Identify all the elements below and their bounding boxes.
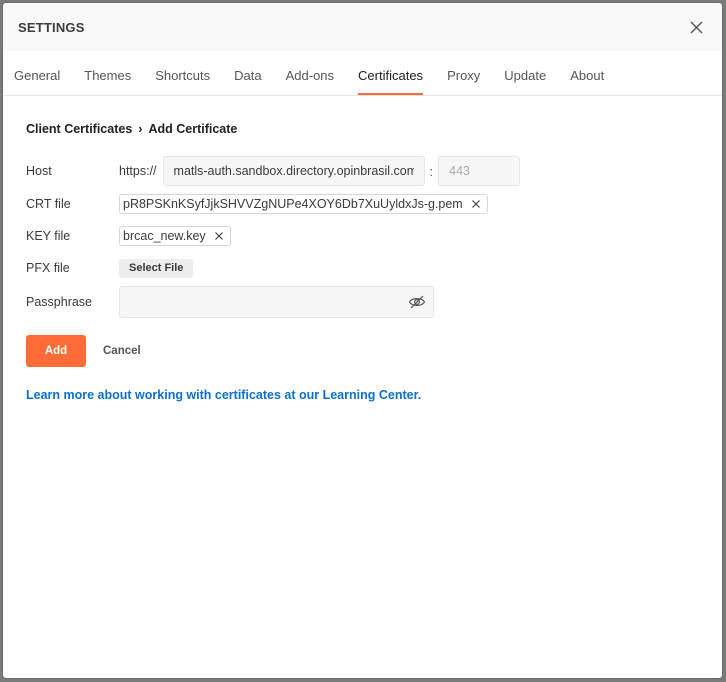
passphrase-row: Passphrase [26, 285, 699, 319]
passphrase-input[interactable] [120, 286, 408, 318]
tab-general[interactable]: General [14, 68, 60, 95]
remove-key-icon[interactable] [214, 231, 224, 241]
passphrase-field [119, 286, 434, 318]
tab-about[interactable]: About [570, 68, 604, 95]
crt-file-chip: pR8PSKnKSyfJjkSHVVZgNUPe4XOY6Db7XuUyldxJ… [119, 194, 488, 214]
crt-file-name: pR8PSKnKSyfJjkSHVVZgNUPe4XOY6Db7XuUyldxJ… [123, 197, 463, 211]
host-input[interactable] [162, 156, 425, 186]
key-file-chip: brcac_new.key [119, 226, 231, 246]
breadcrumb-parent[interactable]: Client Certificates [26, 122, 132, 136]
cancel-button[interactable]: Cancel [97, 344, 147, 358]
crt-file-row: CRT file pR8PSKnKSyfJjkSHVVZgNUPe4XOY6Db… [26, 188, 699, 220]
pfx-file-label: PFX file [26, 261, 70, 275]
key-file-label: KEY file [26, 229, 71, 243]
tab-themes[interactable]: Themes [84, 68, 131, 95]
settings-modal: SETTINGS General Themes Shortcuts Data A… [3, 3, 722, 678]
port-input[interactable] [438, 156, 521, 186]
form-actions: Add Cancel [26, 335, 699, 367]
breadcrumb-current: Add Certificate [148, 122, 238, 136]
select-pfx-button[interactable]: Select File [119, 258, 194, 278]
tab-update[interactable]: Update [504, 68, 546, 95]
key-file-row: KEY file brcac_new.key [26, 220, 699, 252]
host-prefix: https:// [119, 164, 157, 178]
close-icon[interactable] [686, 17, 706, 37]
breadcrumb: Client Certificates › Add Certificate [26, 122, 699, 136]
modal-title: SETTINGS [18, 19, 85, 35]
host-row: Host https:// : [26, 154, 699, 188]
crt-file-label: CRT file [26, 197, 71, 211]
tab-shortcuts[interactable]: Shortcuts [155, 68, 210, 95]
host-label: Host [26, 164, 52, 178]
tab-data[interactable]: Data [234, 68, 261, 95]
passphrase-label: Passphrase [26, 295, 93, 309]
tab-proxy[interactable]: Proxy [447, 68, 480, 95]
settings-tabs: General Themes Shortcuts Data Add-ons Ce… [3, 51, 722, 96]
eye-off-icon[interactable] [408, 293, 426, 311]
breadcrumb-separator: › [138, 122, 143, 136]
remove-crt-icon[interactable] [471, 199, 481, 209]
add-button[interactable]: Add [26, 335, 86, 367]
learning-center-link[interactable]: Learn more about working with certificat… [26, 388, 421, 402]
certificate-form: Client Certificates › Add Certificate Ho… [3, 96, 722, 430]
key-file-name: brcac_new.key [123, 229, 206, 243]
pfx-file-row: PFX file Select File [26, 252, 699, 284]
tab-certificates[interactable]: Certificates [358, 68, 424, 95]
modal-header: SETTINGS [3, 3, 722, 51]
tab-add-ons[interactable]: Add-ons [286, 68, 334, 95]
